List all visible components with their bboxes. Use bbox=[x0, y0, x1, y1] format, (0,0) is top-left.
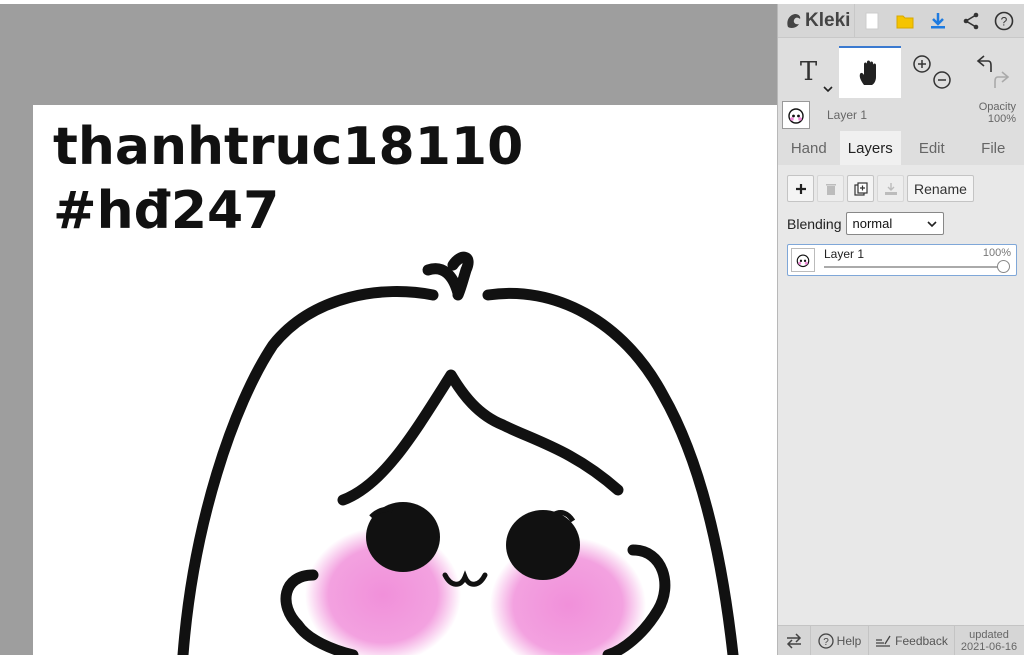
blending-select[interactable]: normal bbox=[845, 212, 944, 235]
svg-text:?: ? bbox=[823, 637, 829, 648]
zoom-in-icon[interactable] bbox=[912, 55, 931, 73]
opacity-label: Opacity bbox=[978, 101, 1016, 113]
blending-label: Blending bbox=[787, 215, 842, 232]
undo-redo-icons bbox=[976, 55, 1010, 88]
drawing-text-line2: #hđ247 bbox=[53, 181, 280, 241]
tool-row: T bbox=[778, 46, 1024, 98]
layer-opacity-slider-handle[interactable] bbox=[997, 260, 1010, 273]
tab-edit[interactable]: Edit bbox=[901, 131, 963, 165]
new-file-button[interactable] bbox=[855, 4, 888, 38]
feedback-link[interactable]: Feedback bbox=[869, 625, 955, 655]
duplicate-icon bbox=[853, 181, 868, 196]
app-name: Kleki bbox=[805, 9, 851, 31]
updated-label: updated bbox=[969, 628, 1009, 641]
zoom-out-icon[interactable] bbox=[932, 71, 951, 89]
feedback-label: Feedback bbox=[895, 633, 948, 648]
svg-text:?: ? bbox=[1000, 14, 1007, 28]
help-link[interactable]: ? Help bbox=[811, 625, 869, 655]
share-icon bbox=[963, 12, 978, 29]
chevron-down-icon bbox=[926, 220, 937, 227]
layer-opacity-readout: Opacity 100% bbox=[979, 101, 1016, 125]
duplicate-layer-button[interactable] bbox=[847, 175, 874, 202]
trash-icon bbox=[825, 183, 836, 195]
save-button[interactable] bbox=[888, 4, 921, 38]
undo-icon[interactable] bbox=[976, 55, 992, 72]
layer-list-item[interactable]: Layer 1 100% bbox=[787, 244, 1017, 276]
zoom-icons bbox=[912, 55, 951, 89]
download-button[interactable] bbox=[921, 4, 954, 38]
side-panel: Kleki ? T Layer 1 Opacity 100% Hand Laye… bbox=[777, 3, 1024, 655]
feedback-icon bbox=[876, 635, 891, 647]
layer-preview-icon bbox=[788, 108, 804, 124]
layer-item-name: Layer 1 bbox=[824, 247, 865, 261]
new-file-icon bbox=[865, 12, 878, 29]
undo-redo-controls bbox=[962, 46, 1024, 98]
blending-control: Blending normal bbox=[787, 212, 944, 235]
layer-preview-icon bbox=[796, 254, 810, 268]
tab-layers[interactable]: Layers bbox=[839, 131, 901, 165]
layer-opacity-slider[interactable] bbox=[824, 266, 1004, 268]
help-icon: ? bbox=[818, 632, 834, 649]
kleki-logo[interactable]: Kleki bbox=[778, 3, 855, 38]
bottom-bar: ? Help Feedback updated 2021-06-16 bbox=[778, 625, 1024, 655]
add-layer-button[interactable] bbox=[787, 175, 814, 202]
text-tool-button[interactable]: T bbox=[778, 46, 839, 98]
redo-icon[interactable] bbox=[994, 71, 1010, 88]
tab-file[interactable]: File bbox=[963, 131, 1024, 165]
top-bar: Kleki ? bbox=[778, 3, 1024, 38]
download-icon bbox=[930, 12, 945, 28]
updated-date: 2021-06-16 bbox=[960, 640, 1018, 653]
chevron-down-icon[interactable] bbox=[823, 85, 833, 93]
hand-tool-button[interactable] bbox=[839, 46, 901, 98]
blending-value: normal bbox=[852, 216, 893, 231]
canvas-area[interactable]: thanhtruc18110 #hđ247 bbox=[0, 4, 777, 655]
drawing-text-line1: thanhtruc18110 bbox=[53, 117, 524, 177]
swap-arrows-icon bbox=[786, 632, 802, 649]
layer-thumbnail bbox=[782, 101, 810, 129]
layer-item-thumbnail bbox=[791, 248, 815, 272]
kleki-logo-icon bbox=[787, 13, 801, 28]
save-icon bbox=[896, 15, 913, 28]
zoom-controls bbox=[901, 46, 962, 98]
swap-side-button[interactable] bbox=[778, 625, 811, 655]
drawing-canvas[interactable]: thanhtruc18110 #hđ247 bbox=[33, 105, 777, 655]
updated-info: updated 2021-06-16 bbox=[955, 626, 1023, 655]
layer-action-buttons: Rename bbox=[787, 175, 974, 202]
layer-item-opacity: 100% bbox=[982, 247, 1011, 259]
merge-down-button[interactable] bbox=[877, 175, 904, 202]
active-layer-info: Layer 1 Opacity 100% bbox=[778, 99, 1024, 131]
delete-layer-button[interactable] bbox=[817, 175, 844, 202]
help-label: Help bbox=[836, 633, 862, 648]
help-icon: ? bbox=[994, 11, 1013, 30]
opacity-value: 100% bbox=[987, 113, 1016, 125]
text-tool-icon: T bbox=[799, 57, 818, 87]
rename-layer-button[interactable]: Rename bbox=[907, 175, 974, 202]
plus-icon bbox=[795, 183, 806, 194]
help-button[interactable]: ? bbox=[987, 4, 1020, 38]
share-button[interactable] bbox=[954, 4, 987, 38]
hand-icon bbox=[859, 60, 876, 85]
panel-tabs: Hand Layers Edit File bbox=[778, 131, 1024, 165]
merge-down-icon bbox=[884, 182, 897, 195]
active-layer-name: Layer 1 bbox=[827, 108, 868, 122]
layers-tab-content: Rename Blending normal Layer 1 100% bbox=[778, 165, 1024, 625]
tab-hand[interactable]: Hand bbox=[778, 131, 840, 165]
